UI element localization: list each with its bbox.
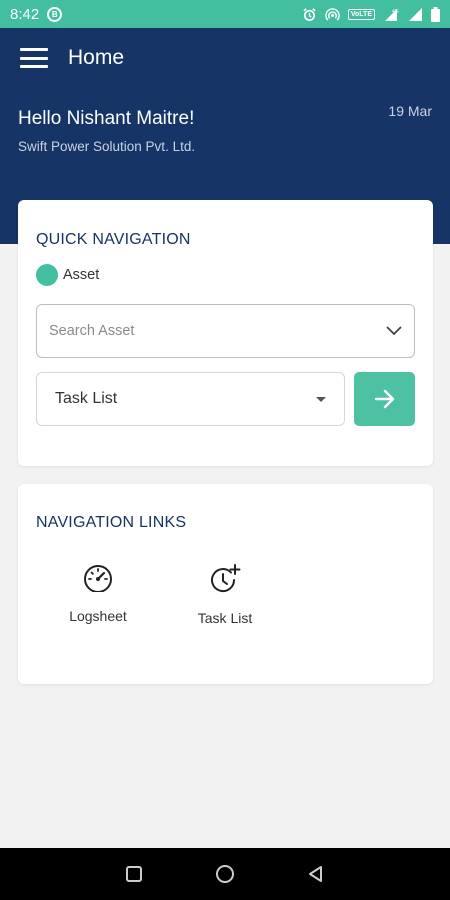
- navigation-links-title: NAVIGATION LINKS: [36, 514, 187, 531]
- status-time: 8:42: [10, 5, 40, 23]
- arrow-right-icon: [374, 389, 394, 409]
- system-nav-bar: [0, 848, 450, 900]
- speedometer-icon: [84, 565, 112, 592]
- status-icons: VoLTE 4G: [302, 6, 440, 22]
- asset-radio-icon[interactable]: [36, 264, 58, 286]
- signal-4g-icon: 4G: [385, 8, 399, 21]
- home-icon[interactable]: [215, 864, 235, 884]
- company-name: Swift Power Solution Pvt. Ltd.: [18, 139, 196, 154]
- notification-icon: B: [47, 6, 63, 22]
- greeting-text: Hello Nishant Maitre!: [18, 108, 195, 129]
- navigation-links-card: NAVIGATION LINKS Logsheet Task List: [18, 484, 433, 684]
- search-asset-placeholder: Search Asset: [49, 323, 135, 339]
- search-asset-input[interactable]: Search Asset: [36, 304, 415, 358]
- hotspot-icon: [325, 7, 340, 21]
- battery-icon: [431, 6, 440, 22]
- asset-radio-option[interactable]: Asset: [36, 264, 99, 286]
- task-list-select[interactable]: Task List: [36, 372, 345, 426]
- quick-navigation-title: QUICK NAVIGATION: [36, 231, 191, 248]
- back-icon[interactable]: [307, 865, 325, 883]
- menu-icon[interactable]: [20, 48, 48, 68]
- app-bar: Home: [0, 28, 450, 88]
- go-button[interactable]: [354, 372, 415, 426]
- task-list-select-value: Task List: [55, 390, 118, 407]
- signal-icon: [409, 7, 422, 21]
- svg-text:4G: 4G: [392, 9, 399, 15]
- page-title: Home: [68, 46, 125, 69]
- logsheet-label: Logsheet: [69, 608, 127, 624]
- date-label: 19 Mar: [388, 103, 432, 119]
- task-list-link[interactable]: Task List: [170, 564, 280, 626]
- logsheet-link[interactable]: Logsheet: [43, 564, 153, 624]
- volte-badge: VoLTE: [347, 8, 375, 20]
- alarm-icon: [303, 7, 316, 21]
- asset-label: Asset: [63, 267, 100, 283]
- task-list-label: Task List: [197, 610, 253, 626]
- recents-icon[interactable]: [125, 865, 143, 883]
- quick-navigation-card: QUICK NAVIGATION Asset Search Asset Task…: [18, 200, 433, 466]
- dropdown-caret-icon: [316, 396, 326, 402]
- chevron-down-icon[interactable]: [386, 326, 402, 336]
- clock-plus-icon: [211, 564, 241, 592]
- status-bar: 8:42 B VoLTE 4G: [0, 0, 450, 28]
